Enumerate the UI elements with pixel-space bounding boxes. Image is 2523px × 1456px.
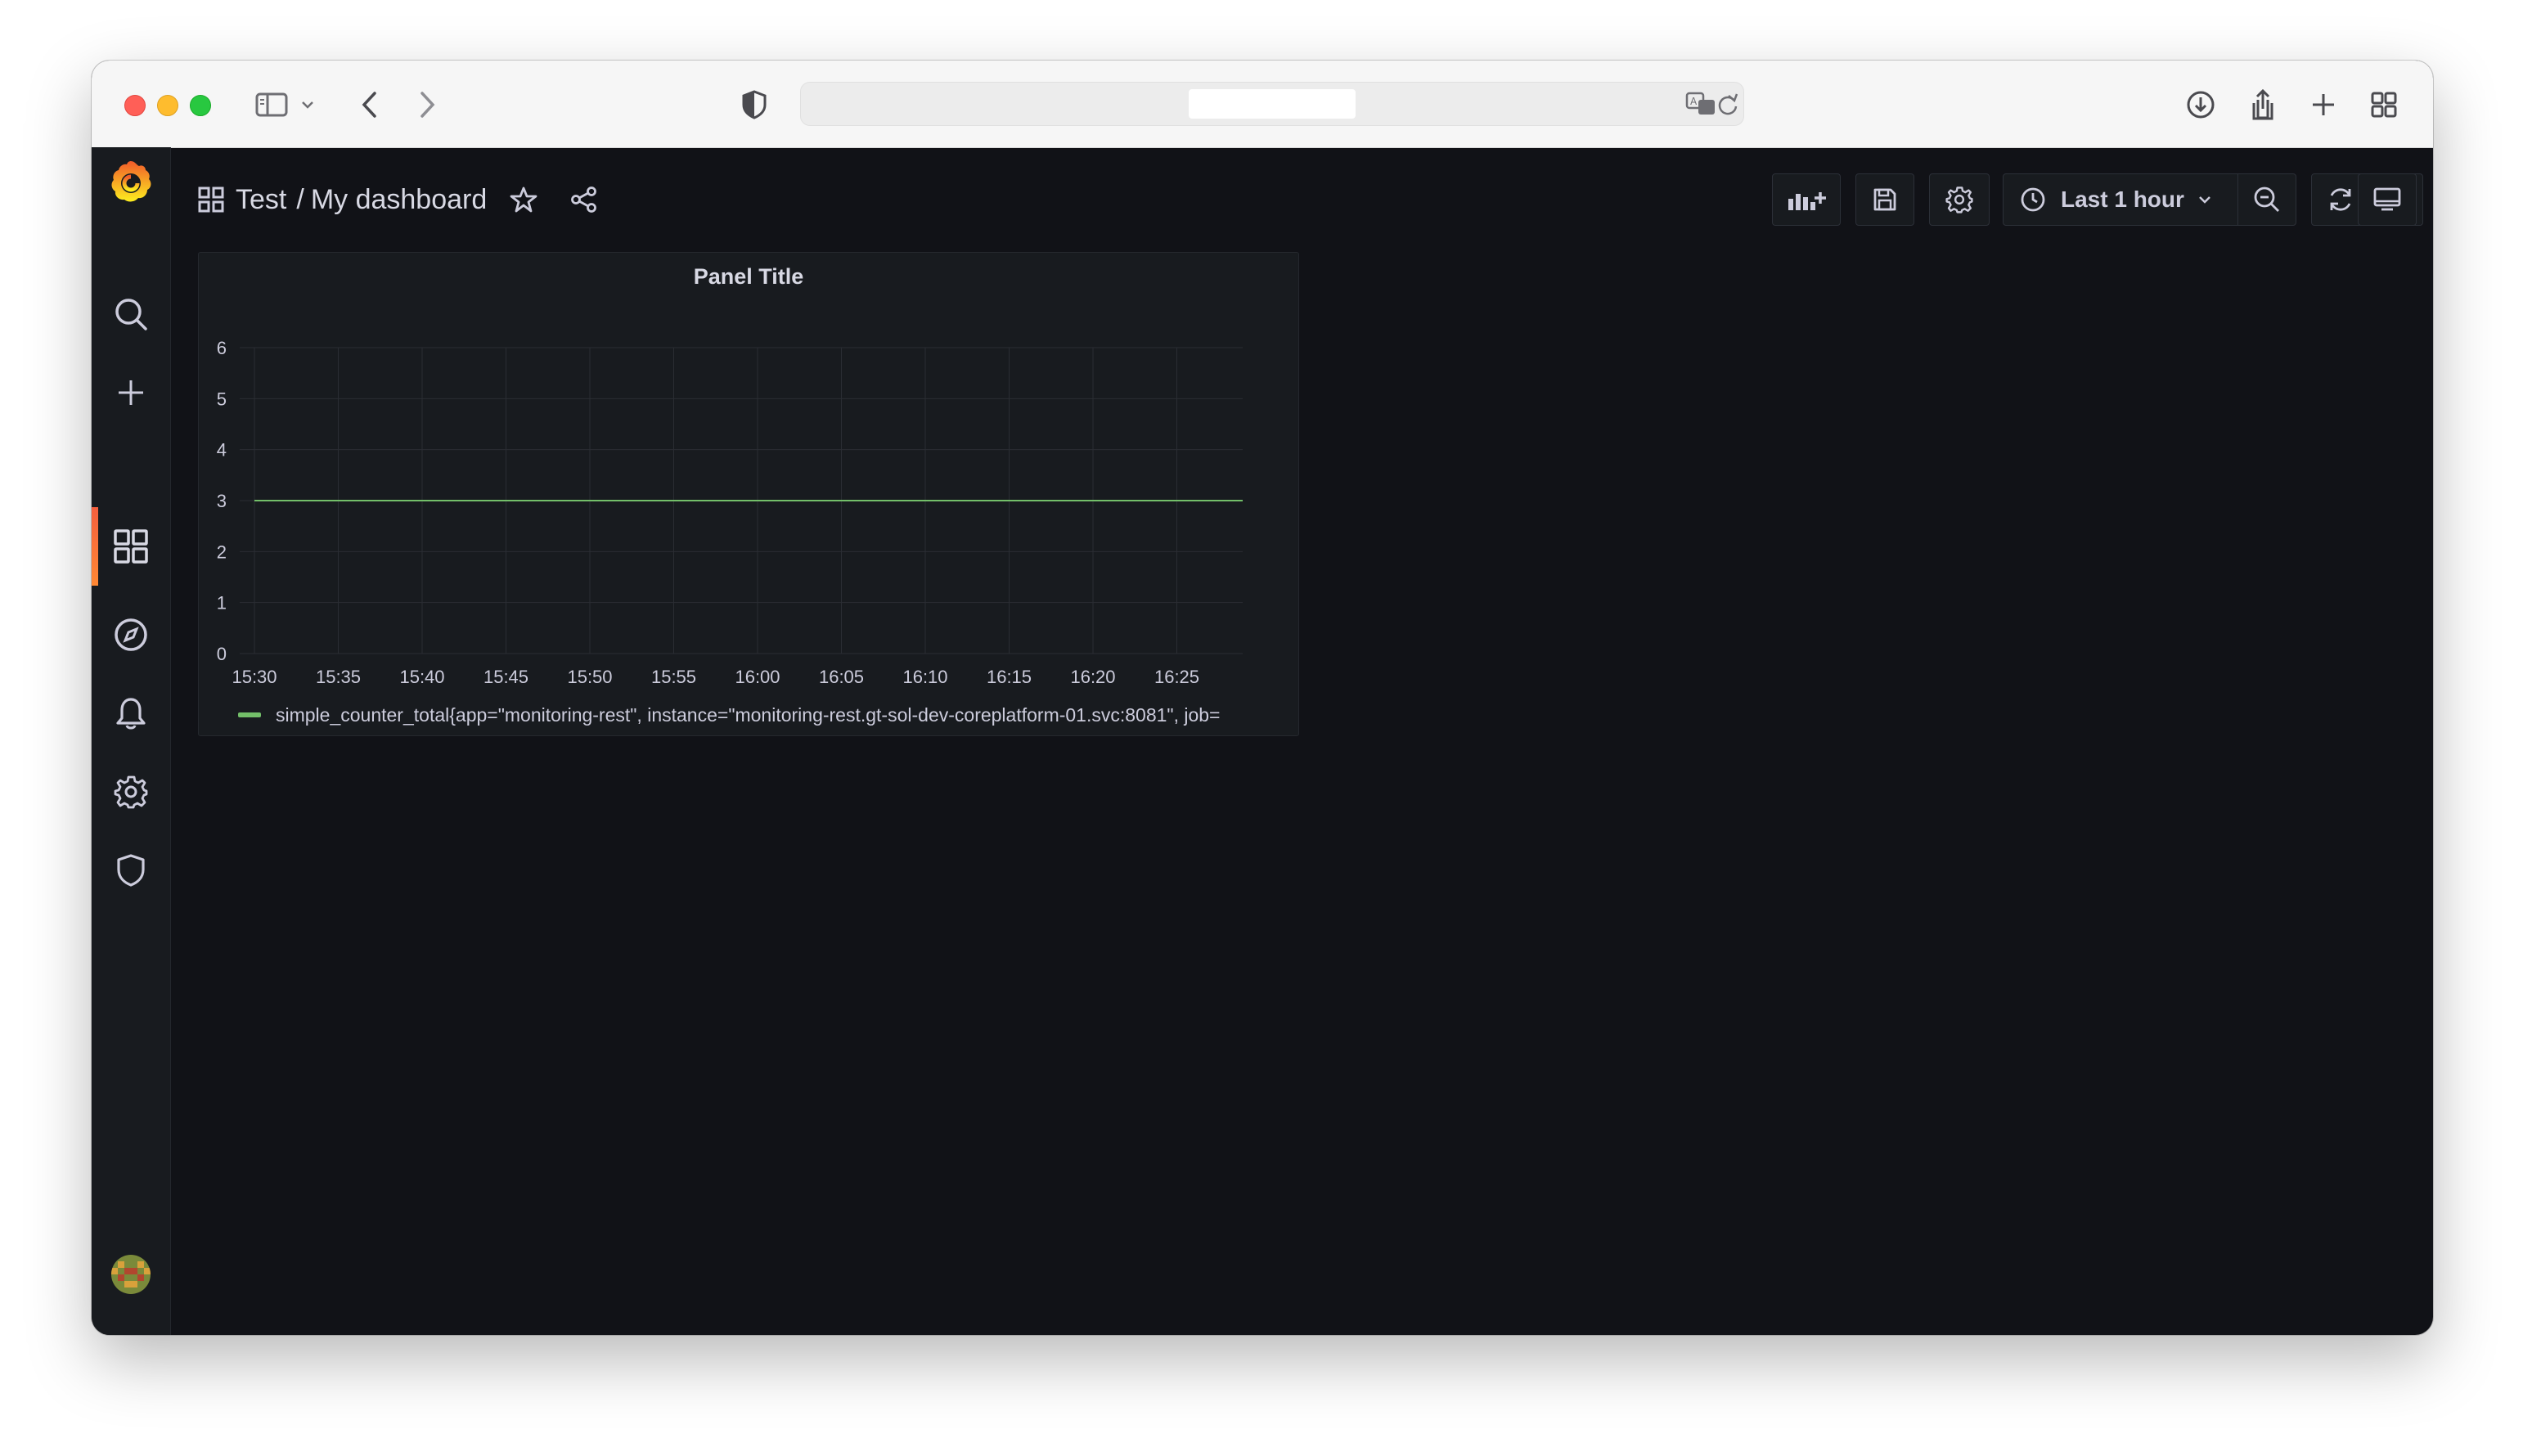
browser-window: A Test / My dashboard Last 1 hour Panel … bbox=[92, 61, 2433, 1335]
gear-icon[interactable] bbox=[92, 764, 170, 820]
grafana-logo-icon[interactable] bbox=[92, 152, 170, 211]
side-menu bbox=[92, 147, 171, 1335]
x-tick-label: 15:55 bbox=[651, 667, 696, 687]
add-panel-button[interactable] bbox=[1772, 173, 1841, 226]
avatar[interactable] bbox=[92, 1247, 170, 1302]
tv-mode-button[interactable] bbox=[2358, 173, 2417, 226]
back-icon[interactable] bbox=[353, 85, 386, 124]
breadcrumb: Test / My dashboard bbox=[198, 178, 598, 221]
apps-icon bbox=[92, 507, 170, 586]
y-tick-label: 2 bbox=[217, 542, 227, 562]
y-tick-label: 0 bbox=[217, 644, 227, 664]
url-field[interactable] bbox=[1189, 89, 1356, 119]
y-tick-label: 1 bbox=[217, 593, 227, 613]
y-tick-label: 5 bbox=[217, 389, 227, 409]
browser-toolbar: A bbox=[92, 61, 2433, 148]
zoom-out-button[interactable] bbox=[2237, 173, 2296, 226]
bell-icon[interactable] bbox=[92, 685, 170, 741]
page-title[interactable]: My dashboard bbox=[311, 184, 487, 216]
shield-icon[interactable] bbox=[738, 85, 771, 124]
chevron-down-icon bbox=[2197, 195, 2212, 204]
x-tick-label: 16:05 bbox=[819, 667, 864, 687]
x-tick-label: 16:20 bbox=[1070, 667, 1115, 687]
x-tick-label: 15:45 bbox=[483, 667, 528, 687]
time-series-chart: 0 1 2 3 4 5 6 15:30 15:35 15:40 15:45 15:50 15:55 16:… bbox=[217, 338, 1243, 687]
svg-text:A: A bbox=[1690, 96, 1698, 107]
x-tick-label: 16:00 bbox=[735, 667, 780, 687]
tab-overview-icon[interactable] bbox=[2368, 85, 2400, 124]
share-icon[interactable] bbox=[2246, 85, 2279, 124]
x-tick-label: 15:30 bbox=[232, 667, 277, 687]
monitor-icon bbox=[2373, 187, 2401, 212]
forward-icon[interactable] bbox=[411, 85, 443, 124]
dashboard-nav: Test / My dashboard Last 1 hour bbox=[170, 147, 2433, 245]
new-tab-icon[interactable] bbox=[2307, 85, 2340, 124]
graph-panel[interactable]: Panel Title 0 1 2 3 4 5 6 15:30 15:35 15:40 15:45 1… bbox=[198, 252, 1299, 736]
close-window-button[interactable] bbox=[124, 95, 146, 116]
breadcrumb-separator: / bbox=[296, 183, 304, 215]
chevron-down-icon[interactable] bbox=[298, 85, 317, 124]
help-icon[interactable] bbox=[92, 1325, 170, 1335]
x-tick-label: 15:40 bbox=[399, 667, 444, 687]
gear-icon bbox=[1945, 186, 1973, 213]
legend-color-swatch bbox=[238, 712, 261, 717]
add-panel-icon bbox=[1787, 187, 1826, 212]
plus-icon[interactable] bbox=[92, 365, 170, 420]
time-range-label: Last 1 hour bbox=[2061, 186, 2184, 212]
share-icon[interactable] bbox=[570, 186, 598, 213]
search-icon[interactable] bbox=[92, 286, 170, 342]
x-tick-label: 15:35 bbox=[316, 667, 361, 687]
address-bar[interactable]: A bbox=[800, 82, 1744, 126]
y-tick-label: 6 bbox=[217, 338, 227, 358]
save-icon bbox=[1873, 187, 1897, 212]
y-tick-label: 4 bbox=[217, 440, 227, 461]
download-icon[interactable] bbox=[2184, 85, 2217, 124]
star-icon[interactable] bbox=[510, 186, 537, 213]
chart-legend: simple_counter_total{app="monitoring-res… bbox=[238, 701, 1293, 729]
shield-icon[interactable] bbox=[92, 843, 170, 898]
dashboard-settings-button[interactable] bbox=[1929, 173, 1990, 226]
clock-icon bbox=[2020, 186, 2046, 213]
sidebar-toggle-icon[interactable] bbox=[252, 85, 291, 124]
dashboards-nav-item[interactable] bbox=[92, 507, 170, 586]
translate-icon[interactable]: A bbox=[1684, 89, 1717, 119]
save-dashboard-button[interactable] bbox=[1855, 173, 1914, 226]
x-tick-label: 15:50 bbox=[567, 667, 612, 687]
minimize-window-button[interactable] bbox=[157, 95, 178, 116]
x-tick-label: 16:15 bbox=[987, 667, 1032, 687]
sync-icon bbox=[2327, 186, 2354, 213]
folder-link[interactable]: Test bbox=[236, 184, 286, 216]
x-tick-label: 16:10 bbox=[902, 667, 947, 687]
zoom-out-icon bbox=[2253, 186, 2281, 213]
time-picker-button[interactable]: Last 1 hour bbox=[2003, 173, 2238, 226]
reload-icon[interactable] bbox=[1716, 89, 1740, 119]
legend-series-label[interactable]: simple_counter_total{app="monitoring-res… bbox=[276, 704, 1220, 726]
zoom-window-button[interactable] bbox=[190, 95, 211, 116]
y-tick-label: 3 bbox=[217, 491, 227, 511]
apps-icon bbox=[198, 186, 224, 213]
compass-icon[interactable] bbox=[92, 607, 170, 663]
x-tick-label: 16:25 bbox=[1154, 667, 1199, 687]
